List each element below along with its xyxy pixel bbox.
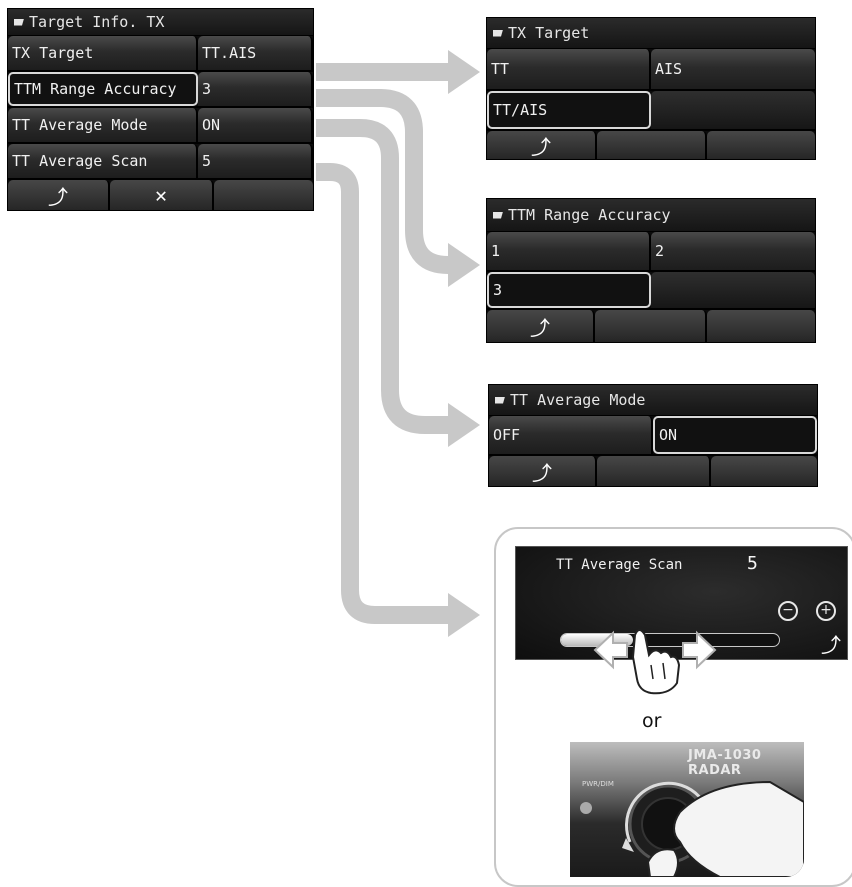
arrowhead-tx-target — [448, 50, 480, 94]
tt-avg-mode-title-bar: TT Average Mode — [489, 385, 817, 416]
tx-target-title-bar: TX Target — [487, 18, 815, 49]
tt-average-mode-menu: TT Average Mode OFF ON ⤴ — [489, 385, 817, 486]
tx-target-title: TX Target — [508, 24, 590, 42]
tt-avg-mode-bottom-bar: ⤴ — [489, 456, 817, 486]
scan-value: 5 — [747, 553, 758, 574]
empty-button — [711, 456, 817, 486]
hand-icon — [631, 629, 681, 695]
ttm-range-title-bar: TTM Range Accuracy — [487, 199, 815, 232]
option-1[interactable]: 1 — [487, 232, 651, 270]
menu-row-label: TX Target — [8, 36, 198, 70]
menu-title-bar: Target Info. TX — [8, 9, 313, 36]
back-button[interactable]: ⤴ — [487, 310, 595, 342]
minus-button[interactable]: − — [778, 601, 798, 621]
rotary-knob-photo: JMA-1030 RADAR PWR/DIM — [570, 742, 804, 877]
tt-avg-mode-option-row: OFF ON — [489, 416, 817, 456]
option-3[interactable]: 3 — [487, 272, 651, 308]
tx-target-bottom-bar: ⤴ — [487, 131, 815, 159]
or-separator-text: or — [642, 710, 662, 732]
empty-button — [597, 131, 707, 159]
tt-avg-mode-title: TT Average Mode — [510, 391, 646, 409]
tx-target-option-row: TT AIS — [487, 49, 815, 91]
menu-row-value: 5 — [198, 144, 313, 178]
flag-icon — [493, 211, 503, 219]
option-tt-ais[interactable]: TT/AIS — [487, 91, 651, 129]
ttm-range-option-row: 3 — [487, 272, 815, 310]
flag-icon — [493, 29, 503, 37]
back-button[interactable]: ⤴ — [487, 131, 597, 159]
flag-icon — [495, 396, 505, 404]
menu-bottom-bar: ⤴ ✕ — [8, 180, 313, 210]
menu-row-tx-target[interactable]: TX Target TT.AIS — [8, 36, 313, 72]
empty-button — [707, 310, 815, 342]
tx-target-menu: TX Target TT AIS TT/AIS ⤴ — [487, 18, 815, 159]
option-off[interactable]: OFF — [489, 416, 653, 454]
option-2[interactable]: 2 — [651, 232, 815, 270]
ttm-range-option-row: 1 2 — [487, 232, 815, 272]
menu-row-label: TT Average Scan — [8, 144, 198, 178]
target-info-tx-menu: Target Info. TX TX Target TT.AIS TTM Ran… — [8, 9, 313, 210]
menu-row-value: 3 — [198, 72, 313, 106]
menu-title: Target Info. TX — [29, 13, 165, 31]
option-on[interactable]: ON — [653, 416, 817, 454]
menu-row-value: ON — [198, 108, 313, 142]
menu-row-label: TT Average Mode — [8, 108, 198, 142]
menu-row-label: TTM Range Accuracy — [8, 72, 198, 106]
menu-row-tt-average-scan[interactable]: TT Average Scan 5 — [8, 144, 313, 180]
empty-button — [707, 131, 815, 159]
right-arrow-icon — [682, 630, 717, 670]
option-tt[interactable]: TT — [487, 49, 651, 89]
scan-title: TT Average Scan — [556, 557, 683, 573]
ttm-range-accuracy-menu: TTM Range Accuracy 1 2 3 ⤴ — [487, 199, 815, 342]
swipe-gesture-illustration — [593, 629, 717, 695]
back-button[interactable]: ⤴ — [489, 456, 597, 486]
arrowhead-ttm-range — [448, 243, 480, 287]
option-empty — [651, 272, 815, 308]
ttm-range-title: TTM Range Accuracy — [508, 206, 671, 224]
empty-button — [214, 180, 313, 210]
tx-target-option-row: TT/AIS — [487, 91, 815, 131]
ttm-range-bottom-bar: ⤴ — [487, 310, 815, 342]
back-button[interactable]: ⤴ — [8, 180, 110, 210]
arrowhead-avg-mode — [448, 403, 480, 447]
back-button[interactable]: ⤴ — [821, 629, 841, 658]
flag-icon — [14, 18, 24, 26]
empty-button — [597, 456, 711, 486]
knob-power-button — [580, 802, 592, 814]
empty-button — [595, 310, 707, 342]
option-ais[interactable]: AIS — [651, 49, 815, 89]
left-arrow-icon — [593, 630, 628, 670]
menu-row-value: TT.AIS — [198, 36, 313, 70]
close-button[interactable]: ✕ — [110, 180, 214, 210]
option-empty — [651, 91, 815, 129]
knob-illustration — [580, 780, 804, 877]
arrowhead-avg-scan — [448, 593, 480, 637]
plus-button[interactable]: + — [816, 601, 836, 621]
menu-row-ttm-range-accuracy[interactable]: TTM Range Accuracy 3 — [8, 72, 313, 108]
menu-row-tt-average-mode[interactable]: TT Average Mode ON — [8, 108, 313, 144]
